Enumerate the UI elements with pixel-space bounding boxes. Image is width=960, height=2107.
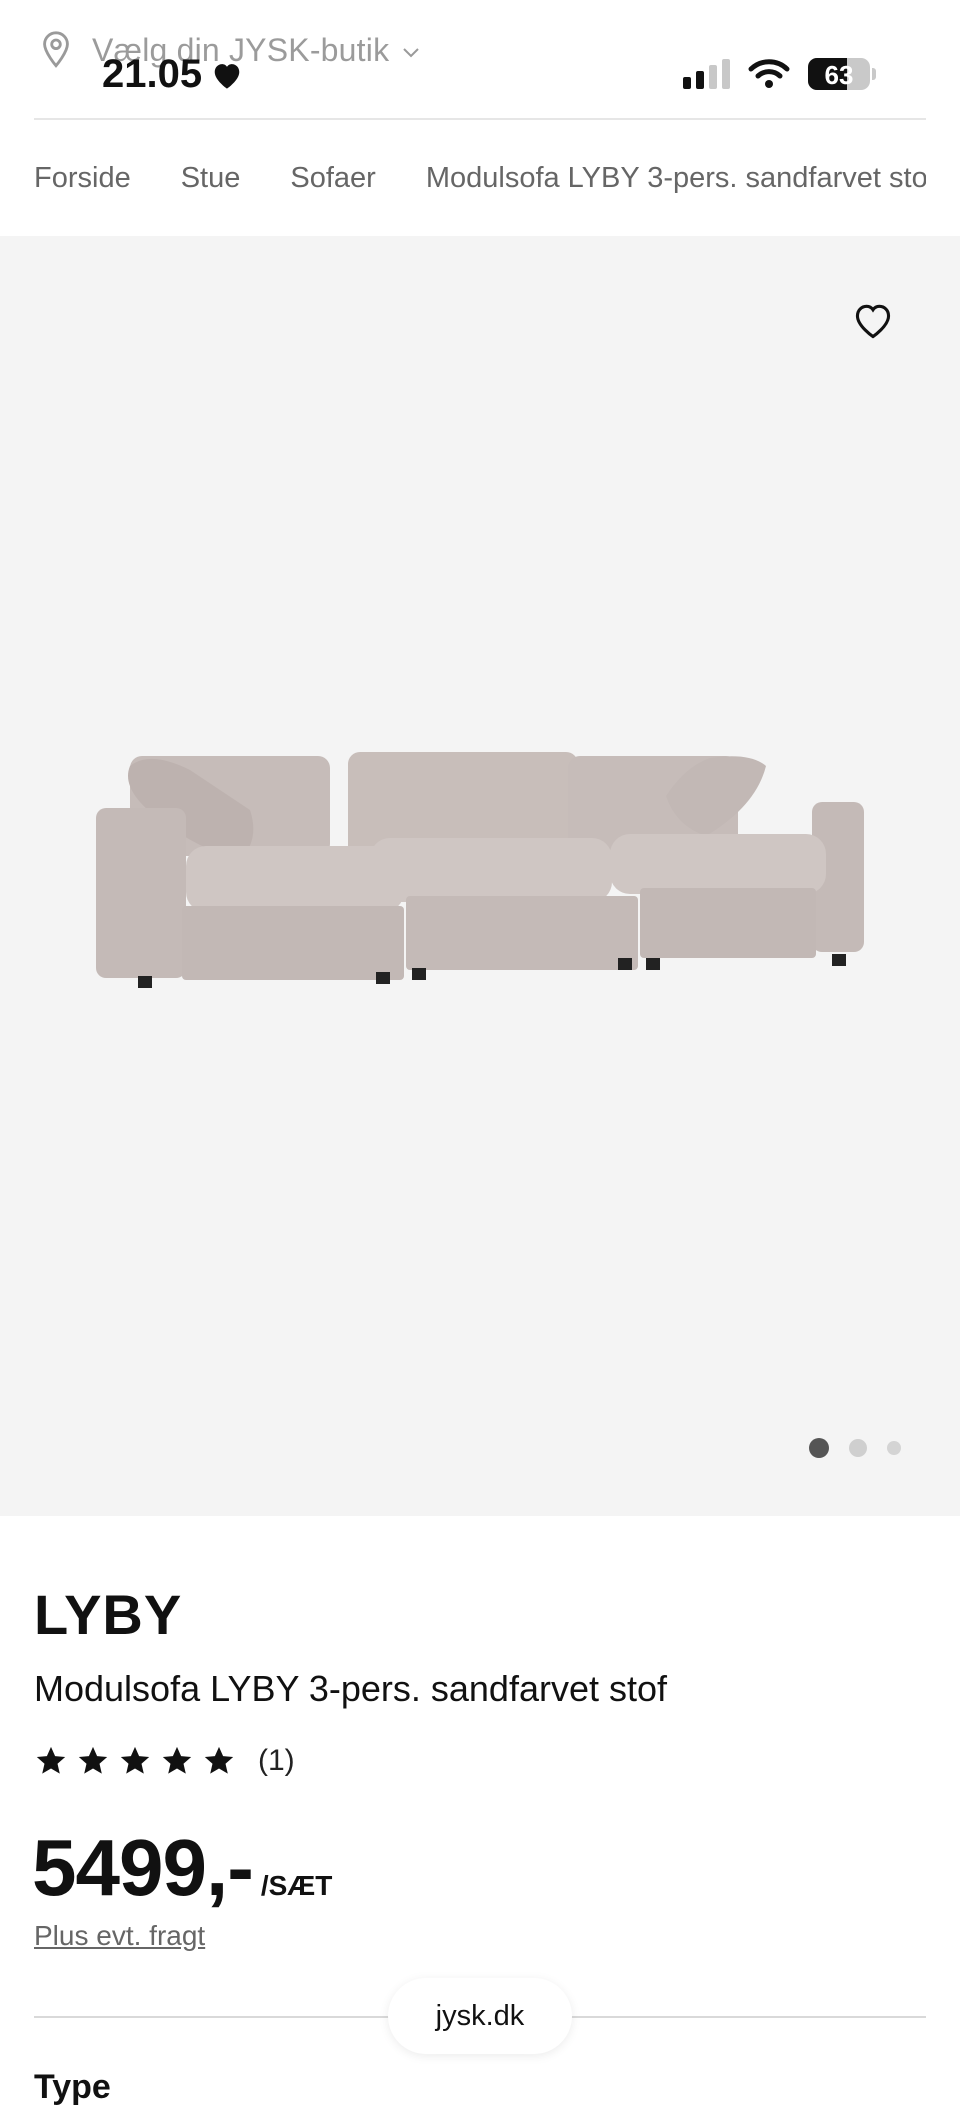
star-icon xyxy=(204,1746,234,1774)
browser-url-pill[interactable]: jysk.dk xyxy=(388,1978,572,2054)
product-image-gallery[interactable] xyxy=(0,236,960,1516)
browser-url: jysk.dk xyxy=(435,1999,525,2032)
breadcrumb-link-sofaer[interactable]: Sofaer xyxy=(290,162,375,195)
wifi-icon xyxy=(748,59,790,88)
top-bar: Vælg din JYSK-butik 21.05 63 xyxy=(0,0,960,118)
freight-link[interactable]: Plus evt. fragt xyxy=(34,1920,205,1952)
favorite-heart-icon[interactable] xyxy=(852,302,894,340)
product-brand: LYBY xyxy=(34,1583,183,1646)
system-icons: 63 xyxy=(683,58,876,90)
gallery-dot[interactable] xyxy=(887,1441,901,1455)
product-rating[interactable]: (1) xyxy=(34,1744,295,1778)
breadcrumb: Forside Stue Sofaer Modulsofa LYBY 3-per… xyxy=(34,162,926,195)
star-icon xyxy=(162,1746,192,1774)
battery-level: 63 xyxy=(824,60,854,90)
price-amount: 5499,- xyxy=(32,1823,254,1912)
status-time: 21.05 xyxy=(102,52,244,97)
status-time-text: 21.05 xyxy=(102,52,203,96)
header-divider xyxy=(34,118,926,120)
breadcrumb-link-forside[interactable]: Forside xyxy=(34,162,131,195)
battery-tip xyxy=(872,68,876,80)
product-price: 5499,- /SÆT xyxy=(32,1822,332,1914)
gallery-dot[interactable] xyxy=(809,1438,829,1458)
star-icon xyxy=(78,1746,108,1774)
gallery-pagination xyxy=(809,1438,901,1458)
battery-icon: 63 xyxy=(808,58,870,90)
heart-filled-icon xyxy=(214,63,240,89)
breadcrumb-current: Modulsofa LYBY 3-pers. sandfarvet stof xyxy=(425,162,926,194)
review-count: (1) xyxy=(258,1744,295,1777)
location-pin-icon xyxy=(43,31,69,68)
type-section-heading: Type xyxy=(34,2068,111,2106)
star-icon xyxy=(120,1746,150,1774)
star-icon xyxy=(36,1746,66,1774)
gallery-dot[interactable] xyxy=(849,1439,867,1457)
cellular-signal-icon xyxy=(683,59,730,89)
chevron-down-icon xyxy=(403,48,419,58)
breadcrumb-link-stue[interactable]: Stue xyxy=(181,162,241,195)
product-name: Modulsofa LYBY 3-pers. sandfarvet stof xyxy=(34,1668,668,1709)
product-image-sofa xyxy=(96,752,864,988)
price-unit: /SÆT xyxy=(260,1870,333,1901)
